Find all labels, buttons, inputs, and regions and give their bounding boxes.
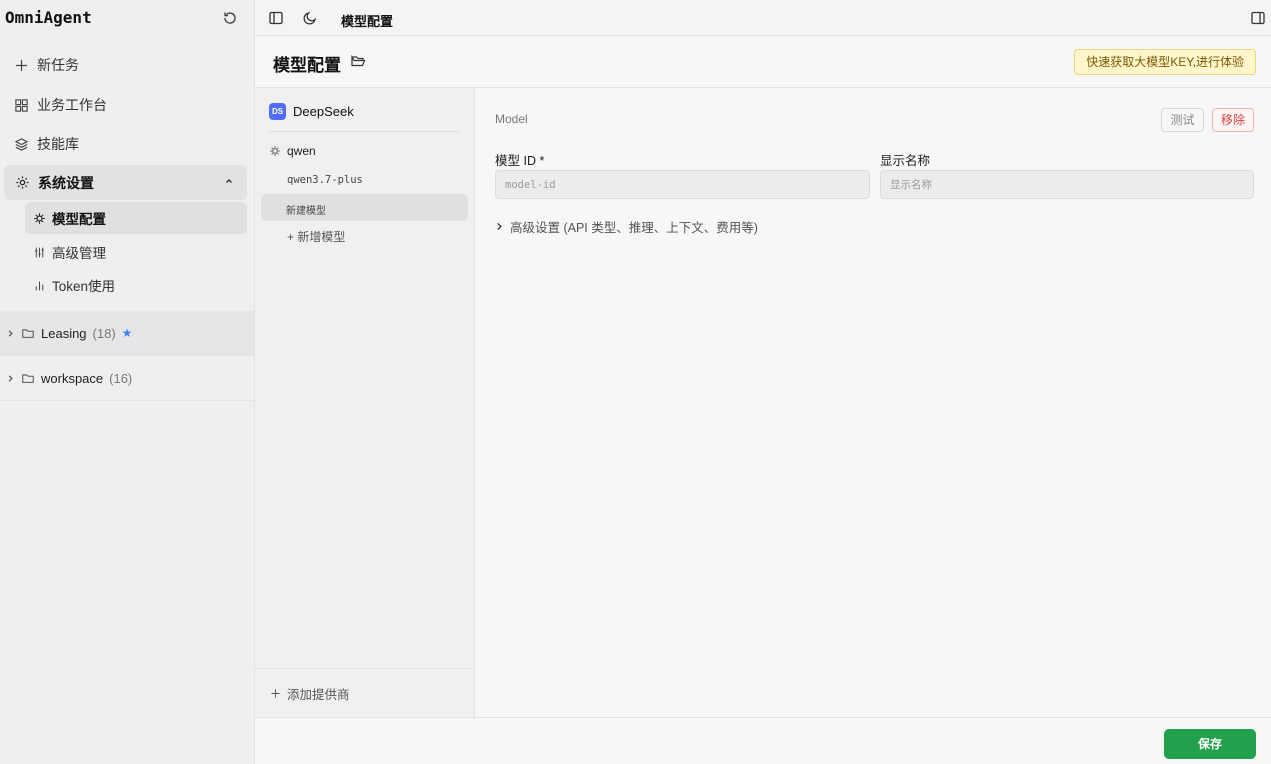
cpu-icon [270,146,280,156]
topbar-title: 模型配置 [341,14,394,29]
bar-chart-icon [35,280,44,290]
star-icon: ★ [121,326,133,340]
model-item-label: 新建模型 [286,206,326,217]
sidebar-item-label: 模型配置 [52,212,106,227]
add-provider-label: 添加提供商 [287,687,350,702]
footer: 保存 [255,717,1271,764]
skills-label: 技能库 [37,136,79,152]
sidebar-item-advanced[interactable]: 高级管理 [25,236,247,268]
model-id-input[interactable] [495,170,870,199]
folder-count: (18) [92,325,116,341]
save-button[interactable]: 保存 [1164,729,1256,759]
chevron-right-icon [8,329,13,337]
provider-deepseek[interactable]: DS DeepSeek [269,103,354,120]
model-form: Model 测试 移除 模型 ID * 显示名称 高级设置 (API 类型、推理… [475,88,1271,717]
get-key-button[interactable]: 快速获取大模型KEY,进行体验 [1074,49,1256,75]
new-task-button[interactable]: 新任务 [14,55,79,75]
folder-icon [22,374,34,383]
plus-icon [271,688,280,698]
test-button[interactable]: 测试 [1161,108,1204,132]
gear-icon [16,176,29,189]
remove-button[interactable]: 移除 [1212,108,1254,132]
sliders-icon [35,247,44,257]
section-title: Model [495,112,528,126]
chevron-right-icon [8,374,13,382]
chevron-up-icon [226,179,232,183]
folder-name: workspace [41,370,104,386]
app-name: OmniAgent [5,8,92,27]
new-task-label: 新任务 [37,57,79,73]
add-model-button[interactable]: + 新增模型 [287,228,345,245]
provider-name: qwen [287,144,316,158]
sidebar: OmniAgent 新任务 业务工作台 技能库 系统设置 模型配置 高级管理 T… [0,0,255,764]
provider-panel: DS DeepSeek qwen qwen3.7-plus 新建模型 + 新增模… [255,88,475,717]
provider-name: DeepSeek [293,104,354,119]
folder-leasing[interactable]: Leasing (18) ★ [0,311,254,356]
sidebar-item-model-config[interactable]: 模型配置 [25,202,247,234]
add-provider-button[interactable]: 添加提供商 [255,668,474,717]
page-title: 模型配置 [273,56,341,75]
advanced-settings-label: 高级设置 (API 类型、推理、上下文、费用等) [510,221,758,235]
workbench-label: 业务工作台 [37,97,107,113]
divider [269,131,460,132]
sidebar-item-token[interactable]: Token使用 [25,269,247,301]
folder-icon [22,329,34,338]
model-item-qwen3-7-plus[interactable]: qwen3.7-plus [287,174,363,186]
model-item-new-selected[interactable]: 新建模型 [261,194,468,221]
model-id-label: 模型 ID * [495,154,545,168]
sidebar-item-label: Token使用 [52,279,116,294]
provider-qwen[interactable]: qwen [269,144,316,158]
chevron-right-icon [497,222,502,231]
sidebar-item-label: 高级管理 [52,246,106,261]
plus-icon [15,59,28,71]
folder-name: Leasing [41,325,87,341]
right-panel-toggle-icon[interactable] [1250,10,1266,26]
workbench-button[interactable]: 业务工作台 [14,95,107,115]
folder-open-icon[interactable] [350,53,366,69]
folder-count: (16) [109,370,133,386]
refresh-icon[interactable] [222,10,238,26]
cpu-icon [34,212,45,224]
display-name-label: 显示名称 [880,154,931,168]
deepseek-logo-icon: DS [269,103,286,120]
layers-icon [14,137,29,151]
system-settings-label: 系统设置 [38,174,94,191]
skills-button[interactable]: 技能库 [14,134,79,154]
sidebar-toggle-icon[interactable] [268,10,284,26]
topbar: 模型配置 [255,0,1271,36]
folder-workspace[interactable]: workspace (16) [0,356,254,401]
page-header: 模型配置 快速获取大模型KEY,进行体验 [255,36,1271,88]
moon-icon[interactable] [302,10,318,26]
advanced-settings-toggle[interactable]: 高级设置 (API 类型、推理、上下文、费用等) [495,217,758,236]
system-settings-button[interactable]: 系统设置 [4,165,247,200]
display-name-input[interactable] [880,170,1254,199]
grid-icon [15,98,28,112]
